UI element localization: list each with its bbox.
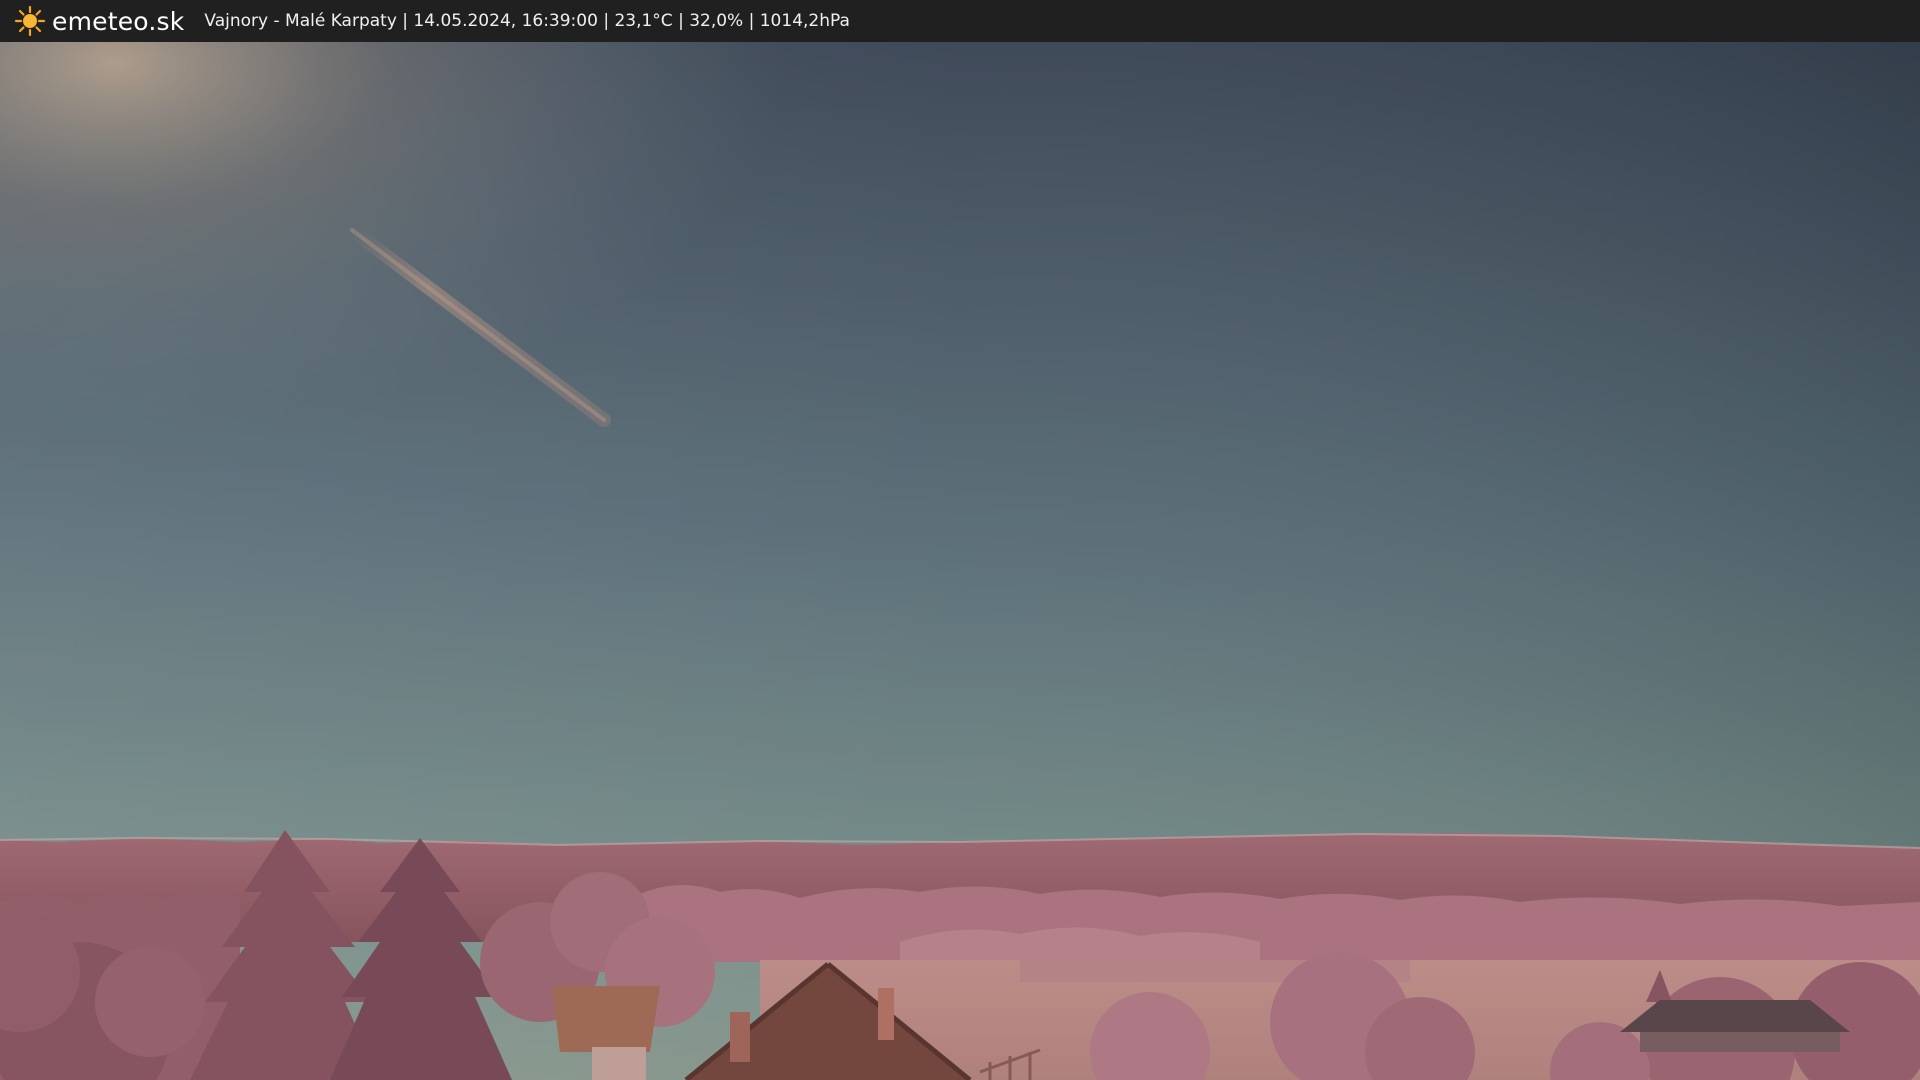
header-bar: emeteo.sk Vajnory - Malé Karpaty | 14.05… [0, 0, 1920, 42]
webcam-image [0, 42, 1920, 1080]
sun-icon [14, 5, 46, 37]
brand-logo[interactable]: emeteo.sk [14, 0, 184, 42]
brand-name[interactable]: emeteo.sk [52, 7, 184, 36]
webcam-frame: emeteo.sk Vajnory - Malé Karpaty | 14.05… [0, 0, 1920, 1080]
station-caption: Vajnory - Malé Karpaty | 14.05.2024, 16:… [204, 11, 850, 31]
